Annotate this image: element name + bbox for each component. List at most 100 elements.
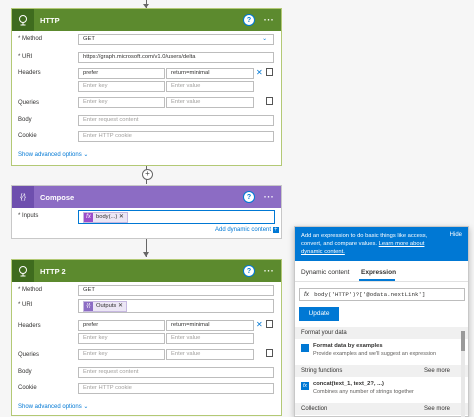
header-key-empty[interactable]: Enter key — [78, 333, 165, 344]
add-icon: + — [272, 227, 279, 233]
chip-label: body(...) — [96, 214, 118, 220]
method-select[interactable]: GET ⌄ — [78, 34, 274, 45]
panel-scrollbar[interactable] — [461, 331, 465, 417]
method-value: GET — [83, 287, 95, 293]
queries-label: Queries — [18, 352, 40, 358]
http2-action-card[interactable]: HTTP 2 ? ··· * Method GET * URI {∕} Outpu… — [11, 259, 282, 416]
body-label: Body — [18, 117, 32, 123]
cookie-input[interactable]: Enter HTTP cookie — [78, 131, 274, 142]
header-value-empty[interactable]: Enter value — [166, 333, 254, 344]
header-key-input[interactable]: prefer — [78, 68, 165, 79]
http2-card-header[interactable]: HTTP 2 ? ··· — [12, 260, 281, 282]
section-collection: Collection See more — [295, 403, 468, 415]
query-value-input[interactable]: Enter value — [166, 97, 254, 108]
hide-button[interactable]: Hide — [450, 232, 462, 238]
update-label: Update — [308, 310, 330, 317]
section-string-functions: String functions See more — [295, 365, 468, 377]
inputs-label: * Inputs — [18, 213, 39, 219]
help-icon[interactable]: ? — [243, 14, 255, 26]
enter-value-placeholder: Enter value — [171, 83, 201, 89]
compose-card-title: Compose — [40, 192, 75, 202]
format-by-examples-item[interactable]: Format data by examples Provide examples… — [301, 343, 451, 361]
outputs-chip[interactable]: {∕} Outputs ✕ — [83, 301, 127, 312]
header-value-input[interactable]: return=minimal — [166, 68, 254, 79]
query-value-input[interactable]: Enter value — [166, 349, 254, 360]
tab-expression[interactable]: Expression — [361, 269, 396, 276]
more-options-icon[interactable]: ··· — [263, 265, 275, 277]
show-advanced-link[interactable]: Show advanced options ⌄ — [18, 403, 88, 410]
show-advanced-link[interactable]: Show advanced options ⌄ — [18, 151, 88, 158]
query-key-input[interactable]: Enter key — [78, 349, 165, 360]
header-value-value: return=minimal — [171, 322, 210, 328]
body-expression-chip[interactable]: fx body(...) ✕ — [83, 212, 128, 223]
compose-card-header[interactable]: {∕} Compose ? ··· — [12, 186, 281, 208]
body-input[interactable]: Enter request content — [78, 115, 274, 126]
uri-value: https://graph.microsoft.com/v1.0/users/d… — [83, 54, 196, 60]
method-select[interactable]: GET — [78, 285, 274, 296]
switch-mode-icon[interactable] — [266, 97, 273, 105]
expression-input[interactable]: fx body('HTTP')?['@odata.nextLink'] — [299, 288, 465, 301]
format-examples-icon — [301, 344, 309, 352]
cookie-placeholder: Enter HTTP cookie — [83, 133, 132, 139]
enter-key-placeholder: Enter key — [83, 83, 108, 89]
format-examples-title: Format data by examples — [313, 343, 383, 349]
delete-header-icon[interactable]: ✕ — [256, 68, 263, 77]
headers-label: Headers — [18, 323, 41, 329]
cookie-input[interactable]: Enter HTTP cookie — [78, 383, 274, 394]
http-action-card[interactable]: HTTP ? ··· * Method GET ⌄ * URI https://… — [11, 8, 282, 166]
queries-label: Queries — [18, 100, 40, 106]
chevron-down-icon: ⌄ — [83, 404, 89, 410]
header-key-value: prefer — [83, 70, 99, 76]
section-format-data: Format your data — [295, 327, 468, 339]
enter-value-placeholder: Enter value — [171, 99, 201, 105]
header-value-input[interactable]: return=minimal — [166, 320, 254, 331]
switch-mode-icon[interactable] — [266, 320, 273, 328]
inputs-field[interactable]: fx body(...) ✕ — [78, 210, 275, 224]
fx-icon: fx — [84, 213, 93, 222]
enter-key-placeholder: Enter key — [83, 351, 108, 357]
see-more-link[interactable]: See more — [424, 365, 450, 377]
more-options-icon[interactable]: ··· — [263, 14, 275, 26]
http-card-header[interactable]: HTTP ? ··· — [12, 9, 281, 31]
remove-chip-icon[interactable]: ✕ — [118, 302, 123, 311]
globe-icon — [12, 9, 34, 31]
concat-title: concat(text_1, text_2?, ...) — [313, 381, 384, 387]
section-collection-title: Collection — [301, 406, 328, 412]
help-icon[interactable]: ? — [243, 191, 255, 203]
method-label: * Method — [18, 287, 43, 293]
section-format-title: Format your data — [301, 330, 347, 336]
section-string-title: String functions — [301, 368, 343, 374]
body-input[interactable]: Enter request content — [78, 367, 274, 378]
remove-chip-icon[interactable]: ✕ — [119, 213, 124, 222]
uri-input[interactable]: https://graph.microsoft.com/v1.0/users/d… — [78, 52, 274, 63]
tab-dynamic-content[interactable]: Dynamic content — [301, 269, 349, 276]
http-card-title: HTTP — [40, 15, 60, 25]
expression-panel[interactable]: Add an expression to do basic things lik… — [294, 226, 469, 417]
method-value: GET — [83, 36, 95, 42]
chip-label: Outputs — [96, 303, 117, 309]
http2-card-title: HTTP 2 — [40, 266, 66, 276]
switch-mode-icon[interactable] — [266, 68, 273, 76]
compose-action-card[interactable]: {∕} Compose ? ··· * Inputs fx body(...) ✕… — [11, 185, 282, 239]
show-advanced-text: Show advanced options — [18, 404, 82, 410]
header-key-empty[interactable]: Enter key — [78, 81, 165, 92]
panel-scrollbar-thumb[interactable] — [461, 331, 465, 351]
function-icon: fx — [301, 382, 309, 390]
query-key-input[interactable]: Enter key — [78, 97, 165, 108]
switch-mode-icon[interactable] — [266, 349, 273, 357]
cookie-placeholder: Enter HTTP cookie — [83, 385, 132, 391]
see-more-link[interactable]: See more — [424, 403, 450, 415]
add-dynamic-content-link[interactable]: Add dynamic content + — [215, 227, 279, 233]
header-key-input[interactable]: prefer — [78, 320, 165, 331]
insert-step-plus-icon[interactable]: + — [142, 169, 153, 180]
update-button[interactable]: Update — [299, 307, 339, 321]
enter-key-placeholder: Enter key — [83, 335, 108, 341]
help-icon[interactable]: ? — [243, 265, 255, 277]
concat-function-item[interactable]: fx concat(text_1, text_2?, ...) Combines… — [301, 381, 451, 399]
header-value-empty[interactable]: Enter value — [166, 81, 254, 92]
enter-value-placeholder: Enter value — [171, 335, 201, 341]
delete-header-icon[interactable]: ✕ — [256, 320, 263, 329]
show-advanced-text: Show advanced options — [18, 152, 82, 158]
uri-input[interactable]: {∕} Outputs ✕ — [78, 299, 274, 313]
more-options-icon[interactable]: ··· — [263, 191, 275, 203]
